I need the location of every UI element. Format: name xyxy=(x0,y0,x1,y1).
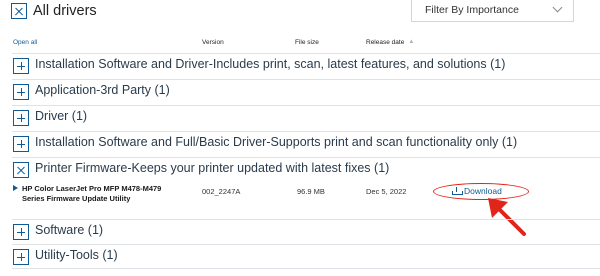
version-column-header: Version xyxy=(202,39,224,46)
category-label[interactable]: Application-3rd Party (1) xyxy=(35,83,170,97)
release-date-column-header[interactable]: Release date ▲︎ xyxy=(366,39,414,46)
firmware-release-date: Dec 5, 2022 xyxy=(366,187,407,196)
download-button[interactable]: Download xyxy=(452,186,502,196)
file-size-column-header: File size xyxy=(295,39,319,46)
list-bottom-divider xyxy=(12,268,600,269)
category-row-application-3rd-party[interactable]: Application-3rd Party (1) xyxy=(12,79,600,102)
download-label: Download xyxy=(464,186,502,196)
firmware-file-size: 96.9 MB xyxy=(297,187,325,196)
filter-label: Filter By Importance xyxy=(425,4,519,16)
expand-triangle-icon[interactable] xyxy=(13,185,18,191)
expand-plus-icon[interactable] xyxy=(13,249,29,265)
all-drivers-title[interactable]: All drivers xyxy=(33,3,97,19)
category-row-driver[interactable]: Driver (1) xyxy=(12,105,600,128)
release-date-label: Release date xyxy=(366,39,405,46)
category-label[interactable]: Utility-Tools (1) xyxy=(35,248,118,262)
firmware-name[interactable]: HP Color LaserJet Pro MFP M478-M479 Seri… xyxy=(22,184,177,204)
category-label[interactable]: Driver (1) xyxy=(35,109,87,123)
expand-plus-icon[interactable] xyxy=(13,58,29,74)
category-label[interactable]: Installation Software and Full/Basic Dri… xyxy=(35,135,517,149)
category-row-printer-firmware[interactable]: Printer Firmware-Keeps your printer upda… xyxy=(12,157,600,180)
expand-plus-icon[interactable] xyxy=(13,84,29,100)
all-drivers-toggle[interactable] xyxy=(11,3,27,19)
category-row-software[interactable]: Software (1) xyxy=(12,219,600,242)
category-label[interactable]: Printer Firmware-Keeps your printer upda… xyxy=(35,161,389,175)
category-row-installation-software[interactable]: Installation Software and Driver-Include… xyxy=(12,53,600,76)
category-row-utility-tools[interactable]: Utility-Tools (1) xyxy=(12,244,600,267)
category-label[interactable]: Installation Software and Driver-Include… xyxy=(35,57,505,71)
expand-plus-icon[interactable] xyxy=(13,136,29,152)
chevron-down-icon xyxy=(552,2,563,13)
filter-importance-select[interactable]: Filter By Importance xyxy=(411,0,574,22)
collapse-cross-icon[interactable] xyxy=(13,162,29,178)
sort-icon: ▲︎ xyxy=(408,39,415,46)
category-label[interactable]: Software (1) xyxy=(35,223,103,237)
expand-plus-icon[interactable] xyxy=(13,224,29,240)
category-row-basic-driver[interactable]: Installation Software and Full/Basic Dri… xyxy=(12,131,600,154)
expand-plus-icon[interactable] xyxy=(13,110,29,126)
download-icon xyxy=(452,187,463,195)
firmware-version: 002_2247A xyxy=(202,187,241,196)
open-all-link[interactable]: Open all xyxy=(13,39,37,46)
